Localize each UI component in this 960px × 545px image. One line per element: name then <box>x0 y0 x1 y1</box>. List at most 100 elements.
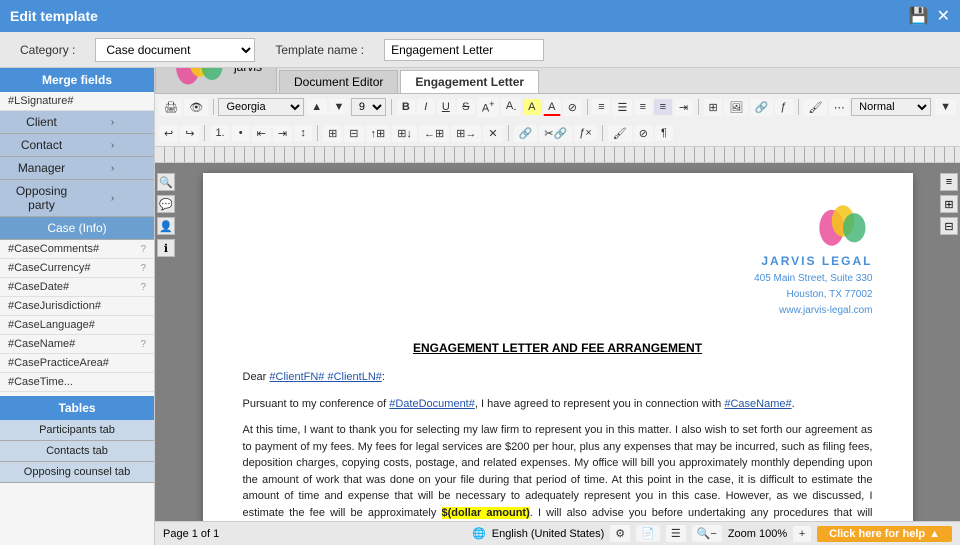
document-wrapper[interactable]: 🔍 💬 👤 ℹ <box>155 163 960 521</box>
case-time-field[interactable]: #CaseTime... <box>0 373 154 392</box>
formula-btn2[interactable]: ƒ× <box>574 125 597 141</box>
italic-btn[interactable]: I <box>417 99 435 115</box>
indent-btn[interactable]: ⇥ <box>674 99 693 116</box>
delete-row-btn[interactable]: ✕ <box>483 125 502 142</box>
page-info: Page 1 of 1 <box>163 528 219 540</box>
document-page[interactable]: JARVIS LEGAL 405 Main Street, Suite 330 … <box>203 173 913 521</box>
subscript-btn[interactable]: A- <box>501 98 521 116</box>
col-right-btn[interactable]: ⊞→ <box>451 125 481 142</box>
doc-settings-btn[interactable]: 📄 <box>636 525 660 542</box>
tab-document-editor[interactable]: Document Editor <box>279 70 398 93</box>
sidebar-manager-section[interactable]: Manager › <box>0 157 154 180</box>
strikethrough-btn[interactable]: S <box>457 99 475 115</box>
category-label: Category : <box>20 43 75 57</box>
opposing-counsel-tab-btn[interactable]: Opposing counsel tab <box>0 462 154 483</box>
font-size-up-btn[interactable]: ▲ <box>306 99 326 115</box>
paint-btn[interactable]: 🖌 <box>803 99 826 116</box>
help-button[interactable]: Click here for help ▲ <box>817 526 952 542</box>
left-tool-user[interactable]: 👤 <box>157 217 175 235</box>
participants-tab-btn[interactable]: Participants tab <box>0 420 154 441</box>
separator <box>602 125 603 141</box>
sidebar-contact-section[interactable]: Contact › <box>0 134 154 157</box>
view-settings-btn[interactable]: ☰ <box>666 525 686 542</box>
chevron-up-icon: ▲ <box>929 528 940 540</box>
align-center-btn[interactable]: ☰ <box>612 99 631 116</box>
bold-btn[interactable]: B <box>397 99 415 115</box>
close-icon[interactable]: ✕ <box>937 6 950 26</box>
merge-fields-header: Merge fields <box>0 68 154 92</box>
tab-engagement-letter[interactable]: Engagement Letter <box>400 70 539 93</box>
firm-address: 405 Main Street, Suite 330 <box>754 271 872 287</box>
font-select[interactable]: Georgia <box>218 98 304 116</box>
table-btn[interactable]: ⊞ <box>704 99 723 116</box>
formula-btn[interactable]: ƒ <box>775 99 793 115</box>
case-currency-field[interactable]: #CaseCurrency# ? <box>0 259 154 278</box>
language-settings-btn[interactable]: ⚙ <box>610 525 630 542</box>
separator <box>587 99 588 115</box>
separator <box>798 99 799 115</box>
left-tool-comment[interactable]: 💬 <box>157 195 175 213</box>
case-language-field[interactable]: #CaseLanguage# <box>0 316 154 335</box>
image-btn[interactable]: 🖼 <box>724 99 747 116</box>
align-right-btn[interactable]: ≡ <box>634 99 652 115</box>
style-select[interactable]: Normal <box>851 98 931 116</box>
right-tool-3[interactable]: ⊟ <box>940 217 958 235</box>
merge-cells-btn[interactable]: ⊞ <box>323 125 342 142</box>
font-size-down-btn[interactable]: ▼ <box>329 99 349 115</box>
paragraph-1: Pursuant to my conference of #DateDocume… <box>243 396 873 413</box>
tab-jarvis[interactable]: jarvis <box>155 68 277 93</box>
print-btn[interactable]: 🖨 <box>159 99 182 116</box>
zoom-out-btn[interactable]: 🔍− <box>692 525 722 542</box>
save-icon[interactable]: 💾 <box>909 6 929 26</box>
link-btn2[interactable]: 🔗 <box>514 125 538 142</box>
status-bar: Page 1 of 1 🌐 English (United States) ⚙ … <box>155 521 960 545</box>
help-icon: ? <box>140 339 146 350</box>
show-formatting-btn[interactable]: ¶ <box>655 125 673 141</box>
unlink-btn[interactable]: ✂🔗 <box>539 125 572 142</box>
row-below-btn[interactable]: ⊞↓ <box>392 125 417 142</box>
line-spacing-btn[interactable]: ↕ <box>294 125 312 141</box>
row-above-btn[interactable]: ↑⊞ <box>366 125 391 142</box>
align-justify-btn[interactable]: ≡ <box>654 99 672 115</box>
style-dropdown-btn[interactable]: ▼ <box>935 99 956 115</box>
case-date-field[interactable]: #CaseDate# ? <box>0 278 154 297</box>
category-select[interactable]: Case document <box>95 38 255 62</box>
separator <box>698 99 699 115</box>
zoom-in-btn[interactable]: + <box>793 526 811 542</box>
ol-btn[interactable]: 1. <box>210 125 229 141</box>
increase-indent-btn[interactable]: ⇥ <box>273 125 292 142</box>
contacts-tab-btn[interactable]: Contacts tab <box>0 441 154 462</box>
sidebar-client-section[interactable]: Client › <box>0 111 154 134</box>
left-tool-search[interactable]: 🔍 <box>157 173 175 191</box>
right-tool-1[interactable]: ≡ <box>940 173 958 191</box>
align-left-btn[interactable]: ≡ <box>592 99 610 115</box>
col-left-btn[interactable]: ←⊞ <box>419 125 449 142</box>
case-comments-field[interactable]: #CaseComments# ? <box>0 240 154 259</box>
paint-format-btn[interactable]: 🖌 <box>608 125 632 142</box>
highlight-btn[interactable]: A <box>523 99 541 115</box>
case-name-field[interactable]: #CaseName# ? <box>0 335 154 354</box>
size-select[interactable]: 9 <box>351 98 386 116</box>
sidebar-case-info-section[interactable]: Case (Info) <box>0 217 154 240</box>
ul-btn[interactable]: • <box>232 125 250 141</box>
link-btn[interactable]: 🔗 <box>750 99 773 116</box>
font-color-btn[interactable]: A <box>543 99 561 116</box>
case-practice-area-field[interactable]: #CasePracticeArea# <box>0 354 154 373</box>
underline-btn[interactable]: U <box>437 99 455 115</box>
redo-btn[interactable]: ↪ <box>180 125 199 142</box>
clear-format-btn[interactable]: ⊘ <box>563 99 582 116</box>
preview-btn[interactable]: 👁 <box>184 99 207 116</box>
sidebar-opposing-party-section[interactable]: Opposing party › <box>0 180 154 217</box>
split-cells-btn[interactable]: ⊟ <box>344 125 363 142</box>
case-jurisdiction-field[interactable]: #CaseJurisdiction# <box>0 297 154 316</box>
undo-btn[interactable]: ↩ <box>159 125 178 142</box>
right-tool-2[interactable]: ⊞ <box>940 195 958 213</box>
lsignature-field[interactable]: #LSignature# <box>0 92 154 111</box>
decrease-indent-btn[interactable]: ⇤ <box>252 125 271 142</box>
template-name-input[interactable] <box>384 39 544 61</box>
superscript-btn[interactable]: A+ <box>477 97 499 117</box>
dollar-amount-1: $(dollar amount) <box>442 507 530 519</box>
left-tool-info[interactable]: ℹ <box>157 239 175 257</box>
more-btn[interactable]: ⋯ <box>829 99 849 116</box>
eraser-btn[interactable]: ⊘ <box>634 125 653 142</box>
